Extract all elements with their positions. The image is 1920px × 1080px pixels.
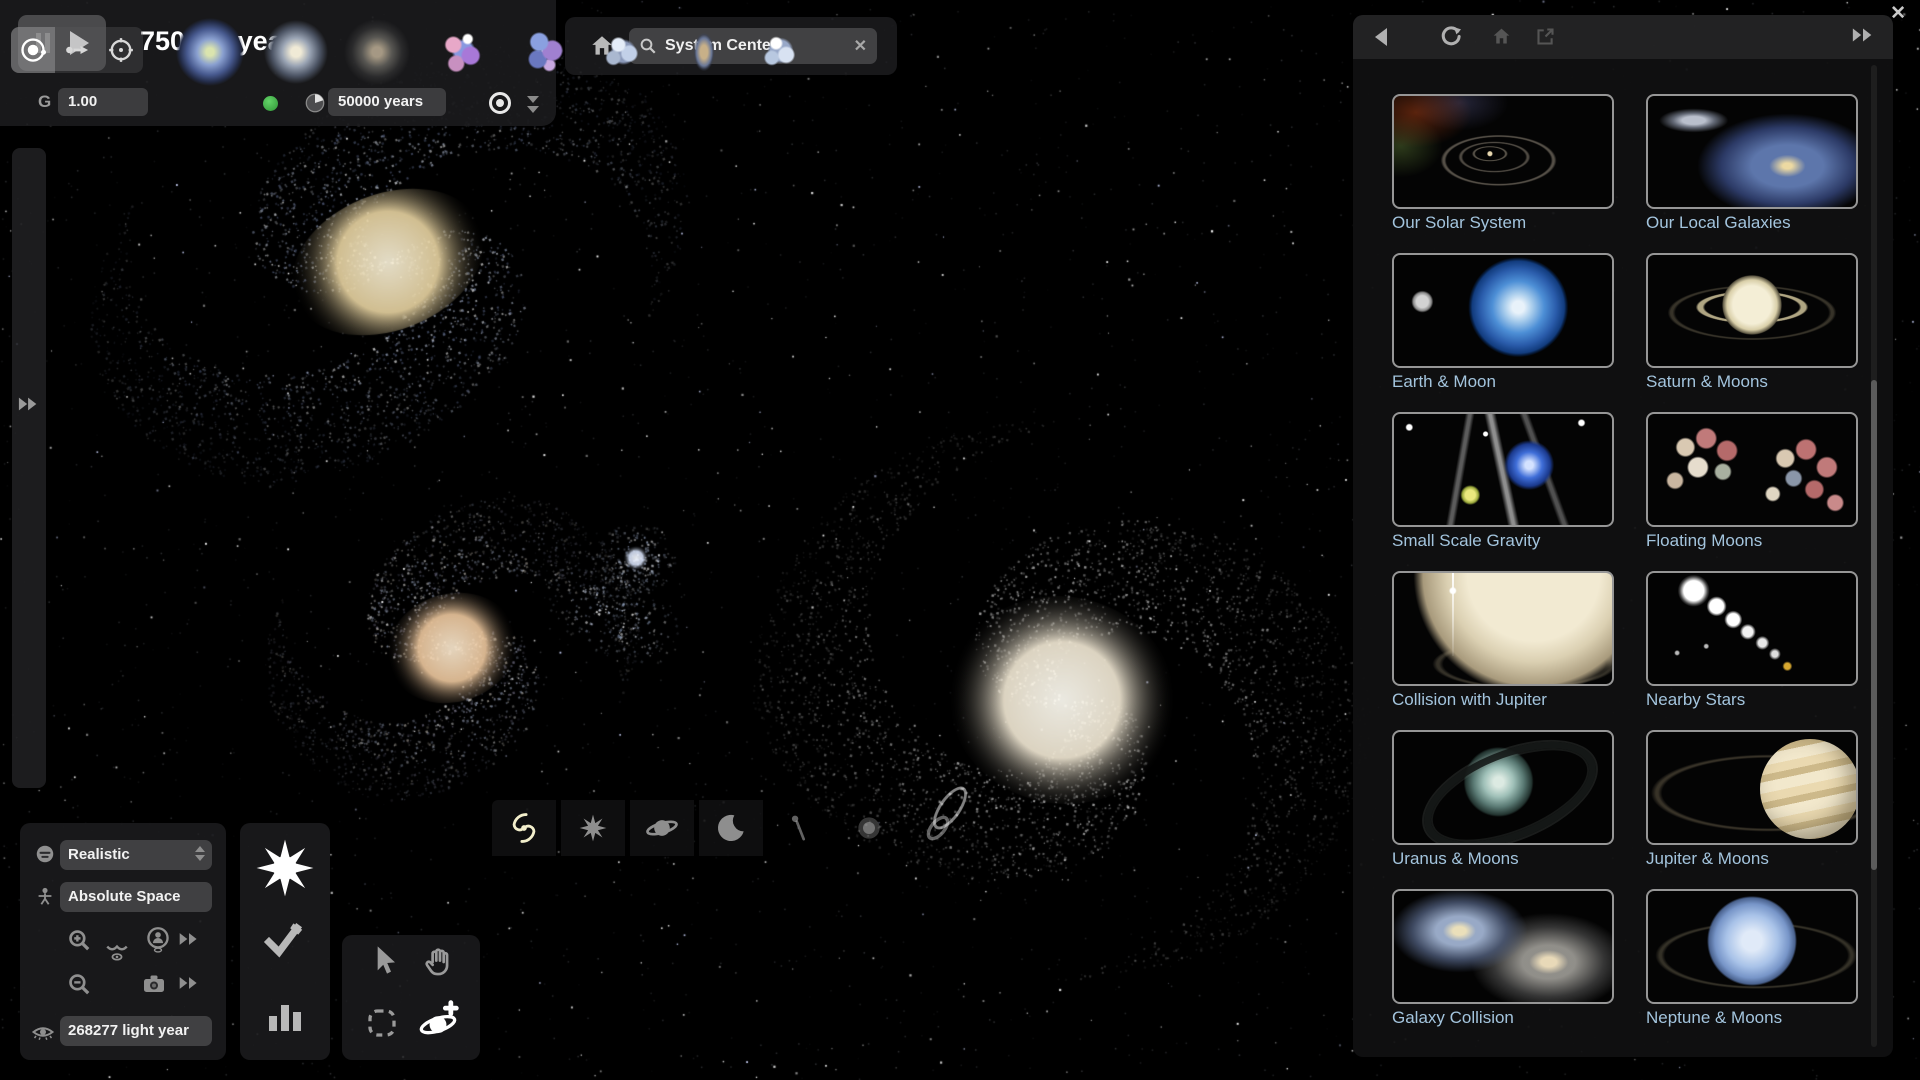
tab-planet[interactable] xyxy=(630,800,694,856)
tab-galaxy[interactable] xyxy=(492,800,556,856)
back-icon[interactable] xyxy=(1371,26,1391,48)
preset-galaxy-collision[interactable]: Galaxy Collision xyxy=(1392,889,1614,1028)
galaxy-template-edge-on[interactable] xyxy=(668,16,740,88)
preset-thumbnail[interactable] xyxy=(1392,889,1614,1004)
preset-jupiter-moons[interactable]: Jupiter & Moons xyxy=(1646,730,1858,869)
render-mode-select[interactable]: Realistic xyxy=(60,840,212,870)
preset-thumbnail[interactable] xyxy=(1392,412,1614,527)
preset-saturn-moons[interactable]: Saturn & Moons xyxy=(1646,253,1858,392)
preset-floating-moons[interactable]: Floating Moons xyxy=(1646,412,1858,551)
tab-comet[interactable] xyxy=(768,800,832,856)
reference-frame-icon xyxy=(34,885,56,907)
draw-tool-icon[interactable] xyxy=(261,915,309,963)
preset-our-local-galaxies[interactable]: Our Local Galaxies xyxy=(1646,94,1858,233)
fast-forward-icon[interactable] xyxy=(1851,26,1875,44)
velocity-mode-button[interactable] xyxy=(55,27,99,73)
refresh-icon[interactable] xyxy=(1439,25,1462,48)
star-brightness-icon[interactable] xyxy=(254,837,316,899)
tab-nebula[interactable] xyxy=(837,800,901,856)
zoom-in-icon[interactable] xyxy=(66,927,92,953)
view-controls-panel: Realistic Absolute Space xyxy=(20,823,226,1060)
preset-thumbnail[interactable] xyxy=(1646,253,1858,368)
add-body-icon[interactable] xyxy=(416,999,460,1043)
preset-thumbnail[interactable] xyxy=(1646,730,1858,845)
eye-icon xyxy=(30,1021,56,1045)
preset-our-solar-system[interactable]: Our Solar System xyxy=(1392,94,1614,233)
preset-thumbnail[interactable] xyxy=(1646,571,1858,686)
preset-nearby-stars[interactable]: Nearby Stars xyxy=(1646,571,1858,710)
tab-moon[interactable] xyxy=(699,800,763,856)
galaxy-template-blue-spiral[interactable] xyxy=(174,16,246,88)
preset-thumbnail[interactable] xyxy=(1392,94,1614,209)
preset-thumbnail[interactable] xyxy=(1646,889,1858,1004)
render-mode-icon xyxy=(34,843,56,865)
preset-neptune-moons[interactable]: Neptune & Moons xyxy=(1646,889,1858,1028)
cursor-tools-panel xyxy=(342,935,480,1060)
expand-right-icon xyxy=(18,396,40,788)
galaxy-template-grey-spiral[interactable] xyxy=(260,16,332,88)
simulation-status-dot xyxy=(263,96,278,111)
zoom-out-icon[interactable] xyxy=(66,971,92,997)
preset-thumbnail[interactable] xyxy=(1392,730,1614,845)
galaxy-template-faint-spiral[interactable] xyxy=(341,16,413,88)
clear-search-icon[interactable]: ✕ xyxy=(854,36,867,56)
home-icon[interactable] xyxy=(1491,26,1512,47)
galaxy-template-pink-cluster[interactable] xyxy=(426,16,498,88)
scrollbar-thumb[interactable] xyxy=(1871,380,1877,870)
stepper-arrows-icon[interactable] xyxy=(195,846,205,861)
scrollbar[interactable] xyxy=(1871,65,1877,1047)
preset-collision-with-jupiter[interactable]: Collision with Jupiter xyxy=(1392,571,1614,710)
tools-panel xyxy=(240,823,330,1060)
screenshot-camera-icon[interactable] xyxy=(142,973,166,995)
tab-star[interactable] xyxy=(561,800,625,856)
fast-forward-icon[interactable] xyxy=(178,931,200,947)
record-icon[interactable] xyxy=(487,90,513,116)
preset-thumbnail[interactable] xyxy=(1392,253,1614,368)
galaxy-template-purple-cluster[interactable] xyxy=(509,16,581,88)
box-select-icon[interactable] xyxy=(364,1005,400,1041)
chevron-down-icon[interactable] xyxy=(527,96,539,116)
pan-hand-icon[interactable] xyxy=(422,945,456,979)
preset-grid: Our Solar System Our Local Galaxies Eart… xyxy=(1392,94,1858,1028)
select-cursor-icon[interactable] xyxy=(367,943,399,979)
orbit-mode-button[interactable] xyxy=(11,27,55,73)
preset-small-scale-gravity[interactable]: Small Scale Gravity xyxy=(1392,412,1614,551)
time-step-icon xyxy=(304,92,326,114)
placement-mode-control xyxy=(11,27,143,73)
chart-tool-icon[interactable] xyxy=(261,991,309,1039)
galaxy-template-pale-cluster[interactable] xyxy=(586,16,658,88)
close-icon[interactable]: ✕ xyxy=(1890,2,1906,25)
gravity-label: G xyxy=(38,92,51,112)
preset-earth-moon[interactable]: Earth & Moon xyxy=(1392,253,1614,392)
tab-ring[interactable] xyxy=(906,800,970,856)
open-external-icon[interactable] xyxy=(1535,26,1556,47)
preset-thumbnail[interactable] xyxy=(1646,94,1858,209)
preset-uranus-moons[interactable]: Uranus & Moons xyxy=(1392,730,1614,869)
left-sidebar-expander[interactable] xyxy=(12,148,46,788)
preset-thumbnail[interactable] xyxy=(1646,412,1858,527)
fast-forward-icon[interactable] xyxy=(178,975,200,991)
galaxy-template-white-cluster[interactable] xyxy=(743,16,815,88)
gravity-input[interactable]: 1.00 xyxy=(58,88,148,116)
sim-browser-panel: Our Solar System Our Local Galaxies Eart… xyxy=(1353,15,1893,1057)
time-step-input[interactable]: 50000 years xyxy=(328,88,446,116)
universe-sandbox-app: 750000 years G 1.00 50000 years System C… xyxy=(0,0,1920,1080)
reference-frame-select[interactable]: Absolute Space xyxy=(60,882,212,912)
view-distance-input[interactable]: 268277 light year xyxy=(60,1016,212,1046)
sim-browser-toolbar xyxy=(1353,15,1893,59)
chase-view-icon[interactable] xyxy=(104,939,130,965)
preset-thumbnail[interactable] xyxy=(1392,571,1614,686)
follow-object-icon[interactable] xyxy=(144,925,172,953)
target-mode-button[interactable] xyxy=(99,27,143,73)
